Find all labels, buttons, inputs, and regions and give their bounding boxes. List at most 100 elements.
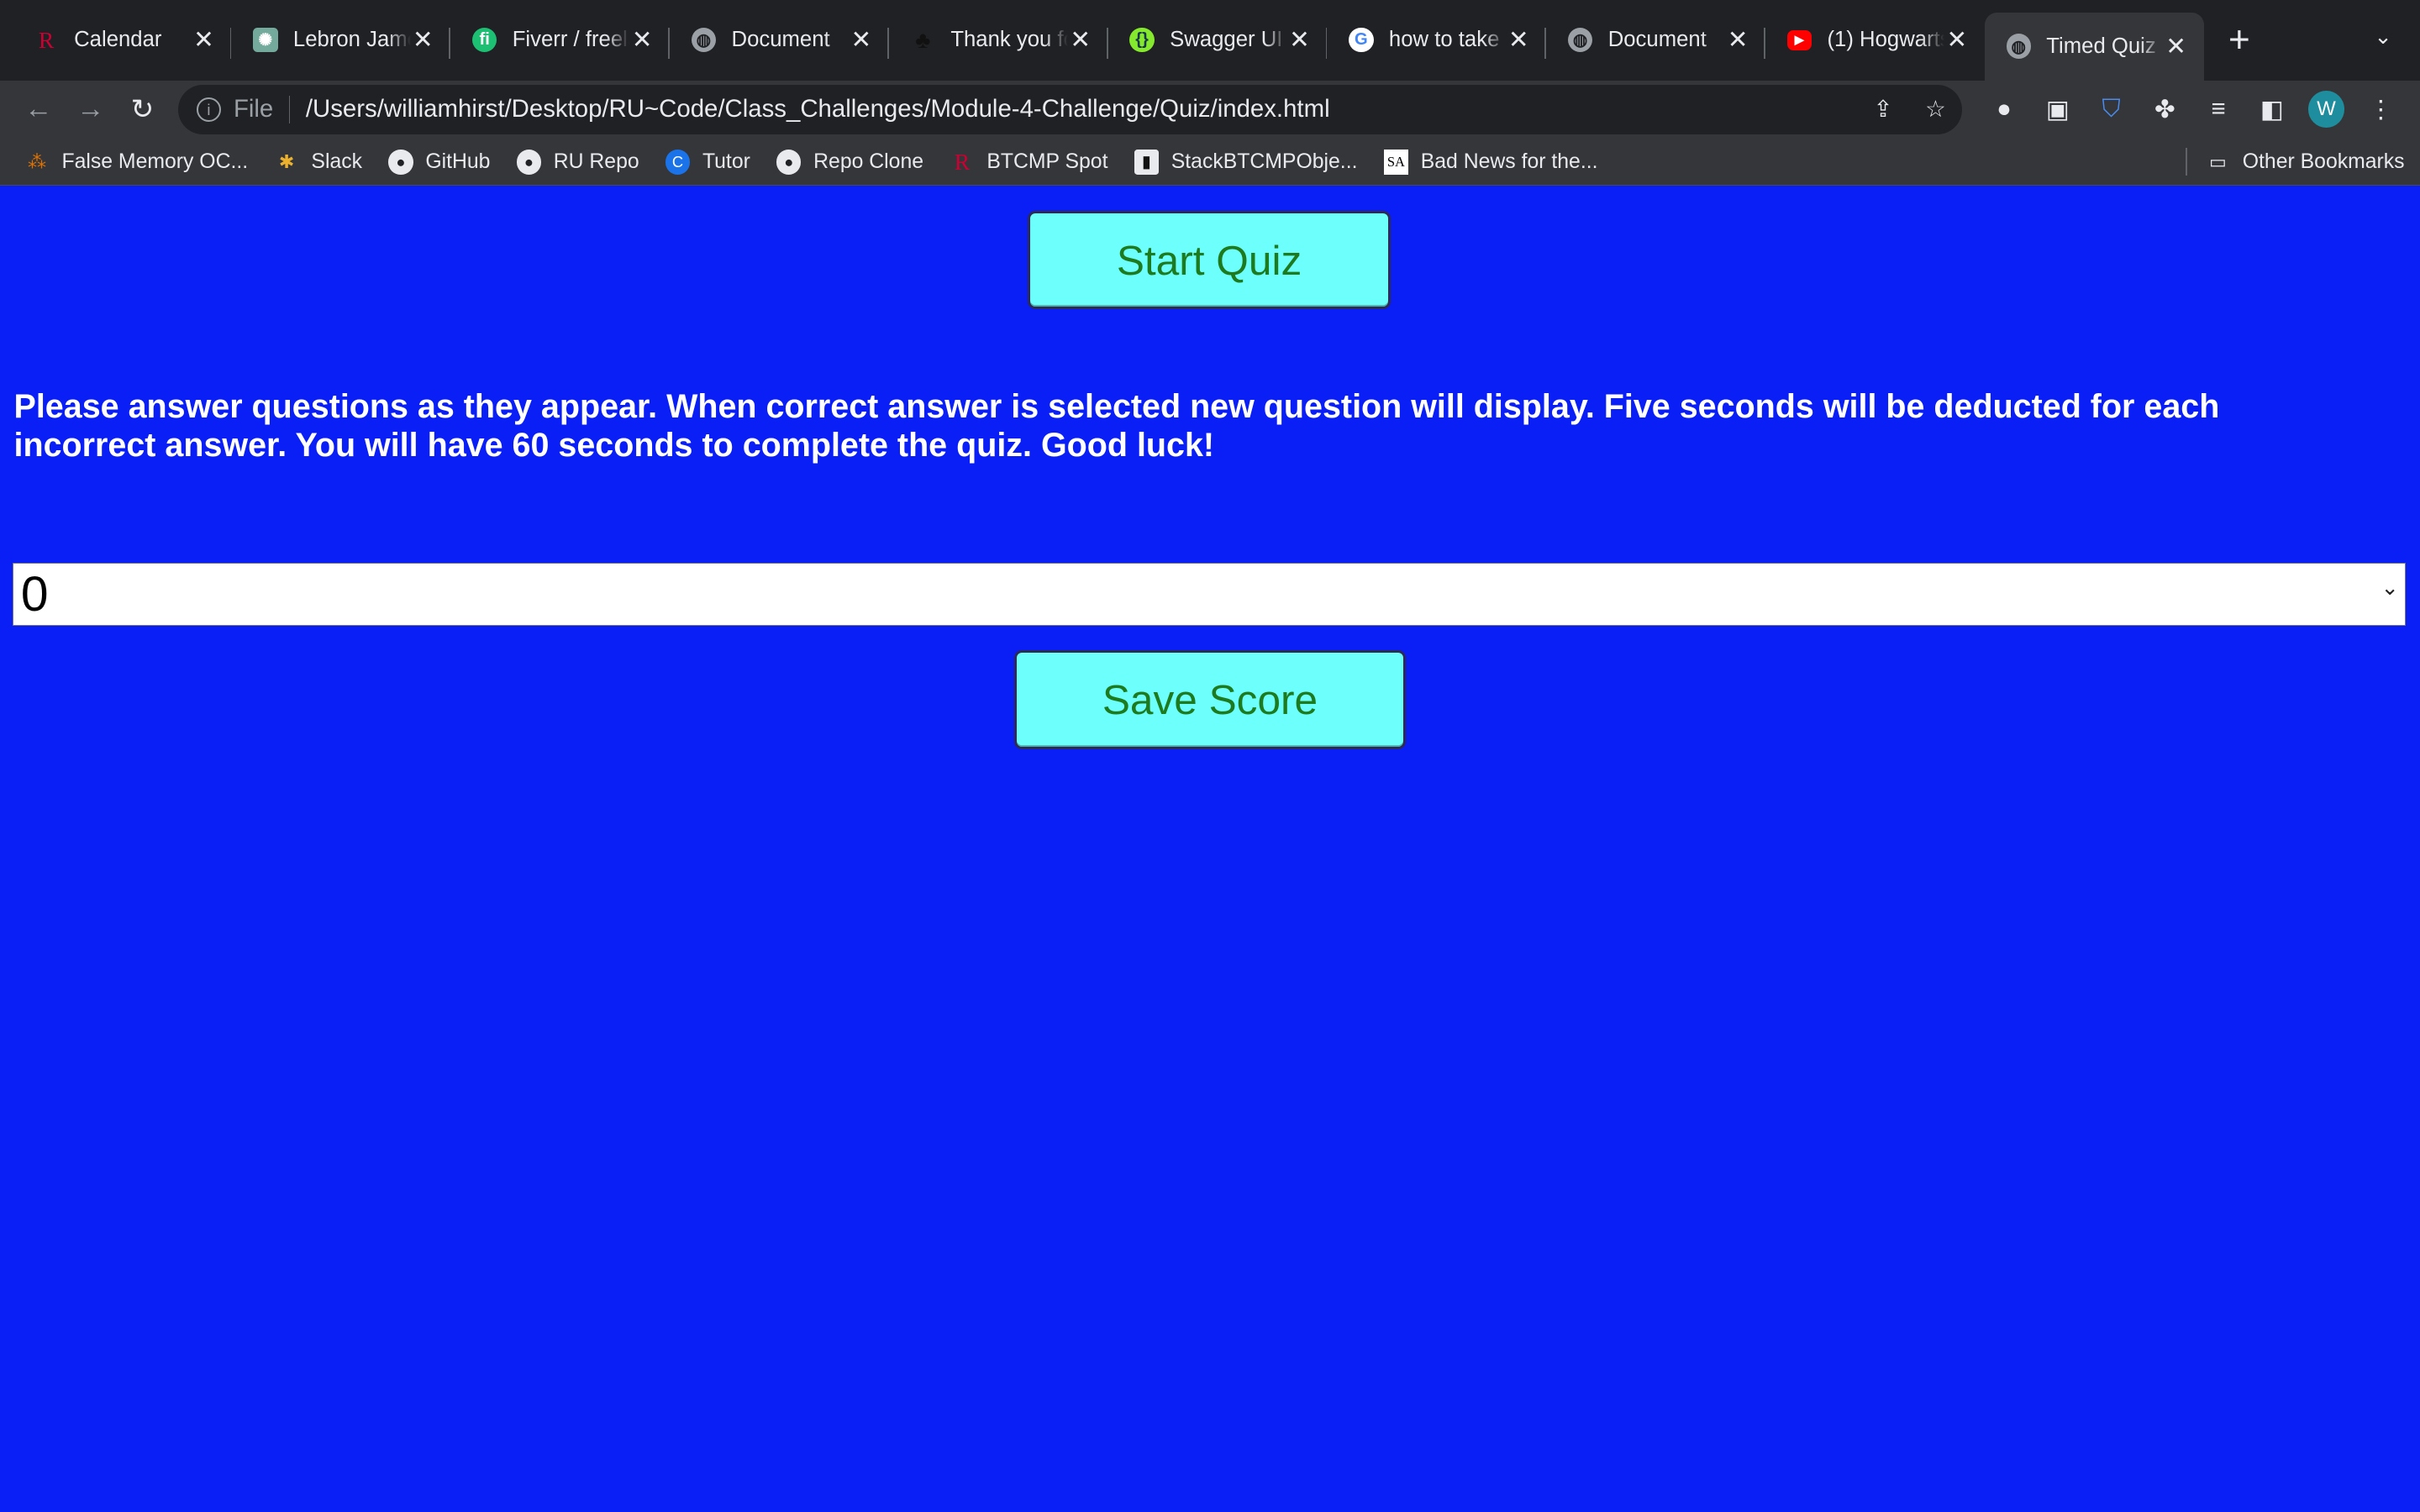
sa-icon: SA (1383, 150, 1409, 175)
bookmark-label: StackBTCMPObje... (1171, 150, 1358, 173)
reload-icon[interactable]: ↻ (117, 92, 169, 126)
tab-title: Document (731, 28, 830, 52)
close-icon[interactable]: ✕ (1507, 25, 1531, 55)
swagger-icon: {} (1129, 28, 1155, 53)
bookmark-item[interactable]: C Tutor (665, 150, 750, 175)
bookmark-label: False Memory OC... (61, 150, 249, 173)
chevron-down-icon: ⌄ (2381, 576, 2400, 601)
tab-calendar[interactable]: R Calendar ✕ (13, 9, 232, 71)
browser-toolbar: ← → ↻ i File /Users/williamhirst/Desktop… (0, 80, 2420, 139)
close-icon[interactable]: ✕ (1944, 25, 1969, 55)
github-icon: ● (516, 150, 542, 175)
tab-youtube[interactable]: ▶ (1) Hogwarts ✕ (1765, 9, 1985, 71)
tab-lebron[interactable]: ✺ Lebron James ✕ (231, 9, 451, 71)
shield-icon[interactable]: ⛉ (2085, 95, 2139, 123)
bookmark-label: GitHub (425, 150, 491, 173)
close-icon[interactable]: ✕ (192, 25, 216, 55)
close-icon[interactable]: ✕ (629, 25, 654, 55)
tab-strip: R Calendar ✕ ✺ Lebron James ✕ fi Fiverr … (0, 0, 2420, 81)
tab-document-1[interactable]: ◍ Document ✕ (670, 9, 889, 71)
bookmark-item[interactable]: ● GitHub (388, 150, 491, 175)
tab-title: Thank you for (950, 28, 1068, 52)
github-icon: ● (388, 150, 413, 175)
globe-icon: ◍ (2006, 34, 2031, 59)
bookmark-label: Tutor (702, 150, 750, 173)
avatar[interactable]: W (2307, 91, 2345, 129)
extension-chat-icon[interactable]: ● (1977, 95, 2031, 123)
rutgers-r-icon: R (38, 26, 55, 53)
tab-thank-you[interactable]: ♣ Thank you for ✕ (889, 9, 1108, 71)
tab-title: Document (1607, 28, 1707, 52)
extension-k-icon[interactable]: ▣ (2031, 95, 2085, 124)
close-icon[interactable]: ✕ (1725, 25, 1749, 55)
kebab-menu-icon[interactable]: ⋮ (2354, 95, 2407, 124)
browser-chrome: R Calendar ✕ ✺ Lebron James ✕ fi Fiverr … (0, 0, 2420, 186)
tab-timed-quiz[interactable]: ◍ Timed Quiz ✕ (1984, 12, 2204, 81)
tab-title: (1) Hogwarts (1827, 28, 1945, 52)
folder-icon: ▭ (2208, 150, 2227, 172)
forward-arrow-icon[interactable]: → (65, 93, 117, 125)
bookmark-label: Slack (311, 150, 363, 173)
close-icon[interactable]: ✕ (1287, 25, 1312, 55)
bookmark-item[interactable]: ✱ Slack (274, 150, 362, 174)
tree-icon: ♣ (915, 26, 931, 53)
github-icon: ● (776, 150, 802, 175)
tutor-icon: C (665, 150, 691, 175)
tab-title: Fiverr / freelance (512, 28, 630, 52)
bookmark-item[interactable]: SA Bad News for the... (1383, 150, 1598, 175)
rutgers-r-icon: R (954, 148, 971, 175)
globe-icon: ◍ (691, 28, 717, 53)
other-bookmarks[interactable]: ▭ Other Bookmarks (2206, 150, 2405, 174)
bookmark-item[interactable]: ● Repo Clone (776, 150, 924, 175)
bookmark-item[interactable]: ● RU Repo (516, 150, 639, 175)
address-bar[interactable]: i File /Users/williamhirst/Desktop/RU~Co… (177, 85, 1962, 134)
info-icon[interactable]: i (196, 97, 222, 123)
tab-swagger[interactable]: {} Swagger UI ✕ (1108, 9, 1328, 71)
close-icon[interactable]: ✕ (1068, 25, 1092, 55)
side-panel-icon[interactable]: ◧ (2245, 95, 2299, 124)
close-icon[interactable]: ✕ (411, 25, 435, 55)
bookmark-label: Repo Clone (813, 150, 924, 173)
other-bookmarks-label: Other Bookmarks (2242, 150, 2405, 173)
tab-title: Swagger UI (1170, 28, 1283, 52)
chatgpt-icon: ✺ (253, 28, 278, 53)
bookmarks-bar: ⁂ False Memory OC... ✱ Slack ● GitHub ● … (0, 139, 2420, 186)
score-select-value: 0 (20, 566, 49, 622)
chevron-down-icon[interactable]: ⌄ (2374, 24, 2392, 50)
media-queue-icon[interactable]: ≡ (2191, 95, 2245, 123)
score-select[interactable]: 0 ⌄ (12, 562, 2407, 626)
bookmark-item[interactable]: ⁂ False Memory OC... (24, 150, 248, 174)
back-arrow-icon[interactable]: ← (13, 93, 65, 125)
bookmark-item[interactable]: ▮ StackBTCMPObje... (1134, 150, 1358, 175)
puzzle-icon[interactable]: ✤ (2138, 95, 2191, 124)
bookmark-star-icon[interactable]: ☆ (1909, 96, 1961, 123)
url-text[interactable]: /Users/williamhirst/Desktop/RU~Code/Clas… (306, 95, 1857, 123)
bookmark-item[interactable]: R BTCMP Spot (950, 148, 1108, 175)
tab-google-search[interactable]: G how to take ✕ (1327, 9, 1547, 71)
share-icon[interactable]: ⇪ (1857, 96, 1909, 123)
bookmark-separator (2185, 148, 2187, 176)
tab-title: how to take (1388, 28, 1500, 52)
dots-icon: ⁂ (28, 150, 47, 172)
tab-title: Timed Quiz (2046, 34, 2156, 58)
bookmark-label: RU Repo (553, 150, 639, 173)
start-quiz-button[interactable]: Start Quiz (1028, 210, 1391, 310)
new-tab-icon[interactable]: + (2228, 19, 2250, 61)
close-icon[interactable]: ✕ (2164, 32, 2188, 61)
google-icon: G (1349, 28, 1374, 53)
bookmark-label: BTCMP Spot (986, 150, 1108, 173)
fiverr-icon: fi (471, 28, 497, 53)
youtube-icon: ▶ (1786, 29, 1812, 50)
save-score-button[interactable]: Save Score (1013, 650, 1407, 749)
quiz-page: Start Quiz Please answer questions as th… (0, 186, 2420, 1512)
tab-title: Lebron James (292, 28, 411, 52)
tab-title: Calendar (74, 28, 162, 52)
tab-fiverr[interactable]: fi Fiverr / freelance ✕ (450, 9, 671, 71)
scheme-label: File (233, 95, 274, 123)
globe-icon: ◍ (1567, 28, 1593, 53)
slack-icon: ✱ (278, 150, 295, 172)
bookmark-label: Bad News for the... (1420, 150, 1598, 173)
tab-document-2[interactable]: ◍ Document ✕ (1546, 9, 1766, 71)
close-icon[interactable]: ✕ (849, 25, 873, 55)
quiz-instructions: Please answer questions as they appear. … (13, 387, 2220, 464)
